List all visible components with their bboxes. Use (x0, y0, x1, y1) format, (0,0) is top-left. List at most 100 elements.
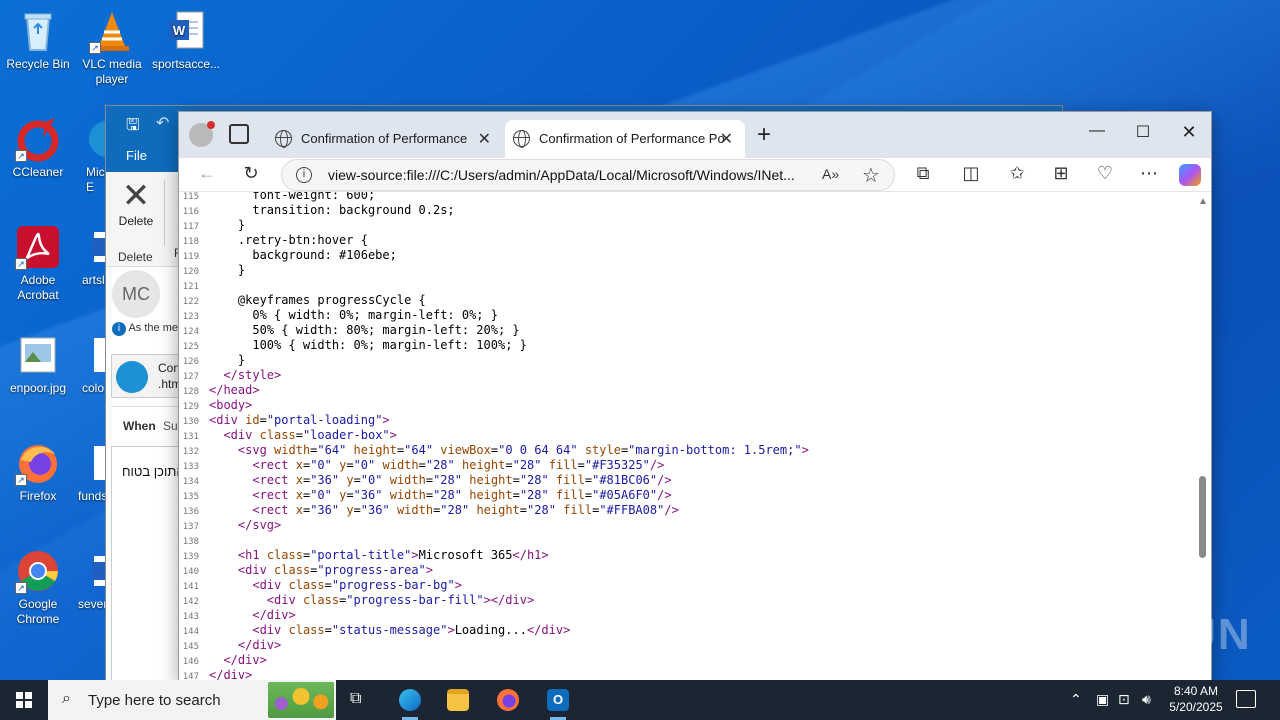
scroll-thumb[interactable] (1199, 476, 1206, 558)
network-icon[interactable]: ⊡ (1118, 691, 1130, 708)
desktop-icon-recycle-bin[interactable]: Recycle Bin (0, 8, 76, 72)
source-line: 126 } (179, 353, 245, 368)
undo-icon[interactable]: ↶ (156, 113, 169, 133)
device-icon[interactable]: ▣ (1096, 691, 1109, 708)
line-code: <div id="portal-loading"> (209, 413, 390, 427)
tab-confirmation-1[interactable]: Confirmation of Performance ✕ (267, 120, 503, 158)
split-screen-icon[interactable]: ◫ (957, 163, 985, 184)
line-code: <div class="progress-bar-bg"> (252, 578, 462, 592)
line-code: <svg width="64" height="64" viewBox="0 0… (237, 443, 809, 457)
volume-icon[interactable]: 🔊︎ (1142, 691, 1151, 708)
source-line: 135 <rect x="0" y="36" width="28" height… (179, 488, 672, 503)
desktop-icon-microsoft-edge[interactable]: Mic E (74, 116, 106, 195)
source-line: 128 </head> (179, 383, 260, 398)
edge-icon (399, 689, 421, 711)
read-aloud-icon[interactable]: A» (822, 166, 839, 182)
notification-center-icon[interactable] (1236, 690, 1256, 708)
desktop-icon-adobe-acrobat[interactable]: ↗ Adobe Acrobat (0, 224, 76, 303)
save-icon[interactable]: 🖫 (126, 114, 140, 141)
source-line: 125 100% { width: 0%; margin-left: 100%;… (179, 338, 527, 353)
when-label: When (123, 419, 156, 433)
firefox-icon (497, 689, 519, 711)
favorites-icon[interactable]: ✩ (1003, 163, 1031, 184)
tab-confirmation-2-active[interactable]: Confirmation of Performance Port ✕ (505, 120, 745, 158)
clock[interactable]: 8:40 AM 5/20/2025 (1164, 683, 1228, 715)
source-line: 132 <svg width="64" height="64" viewBox=… (179, 443, 809, 458)
source-line: 129 <body> (179, 398, 253, 413)
clock-date: 5/20/2025 (1169, 700, 1223, 714)
desktop-icon-firefox[interactable]: ↗ Firefox (0, 440, 76, 504)
desktop-icon-colo[interactable]: colo (74, 332, 106, 396)
profile-avatar[interactable] (189, 121, 215, 147)
line-code: <rect x="0" y="0" width="28" height="28"… (252, 458, 665, 472)
vertical-scrollbar[interactable]: ▲ (1195, 192, 1211, 682)
desktop-icon-vlc[interactable]: ↗ VLC media player (74, 8, 150, 87)
close-tab-icon[interactable]: ✕ (478, 129, 491, 149)
search-icon: ⌕ (62, 690, 71, 707)
line-code: @keyframes progressCycle { (209, 293, 426, 307)
minimize-button[interactable]: — (1075, 122, 1119, 140)
document-icon (84, 440, 106, 486)
chrome-icon: ↗ (15, 548, 61, 594)
line-code: </div> (252, 608, 296, 622)
line-code: <h1 class="portal-title">Microsoft 365</… (237, 548, 549, 562)
desktop-icon-google-chrome[interactable]: ↗ Google Chrome (0, 548, 76, 627)
when-row: When Sun (111, 406, 184, 442)
desktop-icon-label: Google Chrome (16, 597, 60, 626)
line-code: <div class="progress-area"> (237, 563, 434, 577)
attachment-item[interactable]: Con .htm (111, 354, 181, 398)
extensions-icon[interactable]: ⧉ (909, 163, 937, 184)
close-window-button[interactable]: ✕ (1167, 122, 1211, 143)
scroll-up-arrow-icon[interactable]: ▲ (1198, 196, 1208, 207)
line-code: background: #106ebe; (209, 248, 397, 262)
new-tab-icon[interactable]: + (757, 121, 771, 149)
source-line: 137 </svg> (179, 518, 282, 533)
desktop-icon-sportsacce[interactable]: W sportsacce... (148, 8, 224, 72)
line-code: font-weight: 600; (209, 192, 376, 202)
desktop-icon-funds[interactable]: funds (74, 440, 106, 504)
taskbar-file-explorer[interactable] (434, 680, 482, 720)
address-bar[interactable]: i view-source:file:///C:/Users/admin/App… (281, 159, 895, 191)
maximize-button[interactable]: ☐ (1121, 122, 1165, 142)
browser-essentials-icon[interactable]: ♡ (1091, 163, 1119, 184)
line-code: </svg> (237, 518, 282, 532)
desktop-icon-enpoor[interactable]: enpoor.jpg (0, 332, 76, 396)
close-tab-icon[interactable]: ✕ (720, 129, 733, 149)
address-url[interactable]: view-source:file:///C:/Users/admin/AppDa… (328, 167, 808, 183)
taskbar-firefox[interactable] (484, 680, 532, 720)
line-code: .retry-btn:hover { (209, 233, 368, 247)
line-code: } (209, 218, 246, 232)
taskbar-search[interactable]: ⌕ Type here to search (48, 680, 336, 720)
copilot-icon[interactable] (1179, 164, 1201, 186)
line-code: <div class="loader-box"> (223, 428, 397, 442)
desktop-icon-label: Recycle Bin (6, 57, 70, 71)
image-file-icon (15, 332, 61, 378)
svg-text:W: W (173, 23, 186, 38)
show-hidden-icons-chevron-icon[interactable]: ⌃ (1070, 691, 1082, 708)
desktop-icon-ccleaner[interactable]: ↗ CCleaner (0, 116, 76, 180)
more-menu-icon[interactable]: ⋯ (1135, 163, 1163, 184)
back-arrow-icon[interactable]: ← (193, 163, 221, 184)
site-info-icon[interactable]: i (296, 167, 312, 183)
tab-actions-icon[interactable] (229, 124, 249, 144)
tab-file[interactable]: File (126, 148, 147, 163)
start-button[interactable] (0, 680, 48, 720)
line-code: <div class="status-message">Loading...</… (252, 623, 571, 637)
favorite-star-icon[interactable]: ☆ (862, 163, 880, 188)
shortcut-arrow-icon: ↗ (89, 42, 101, 54)
refresh-icon[interactable]: ↻ (237, 163, 265, 184)
desktop-icon-label: sever (78, 597, 106, 611)
search-placeholder[interactable]: Type here to search (88, 692, 221, 709)
delete-button[interactable]: ✕ Delete (114, 178, 158, 228)
taskbar-outlook[interactable]: O (534, 680, 582, 720)
taskbar-edge[interactable] (386, 680, 434, 720)
info-text: As the me (128, 322, 178, 334)
desktop-icon-artsl[interactable]: artsl (74, 224, 106, 288)
task-view-button[interactable]: ⧉ (336, 680, 384, 720)
line-code: </div> (223, 653, 267, 667)
search-highlight-image (268, 682, 334, 718)
desktop-icon-sever[interactable]: sever (74, 548, 106, 612)
source-line: 127 </style> (179, 368, 282, 383)
delete-x-icon: ✕ (121, 177, 151, 215)
collections-icon[interactable]: ⊞ (1047, 163, 1075, 184)
